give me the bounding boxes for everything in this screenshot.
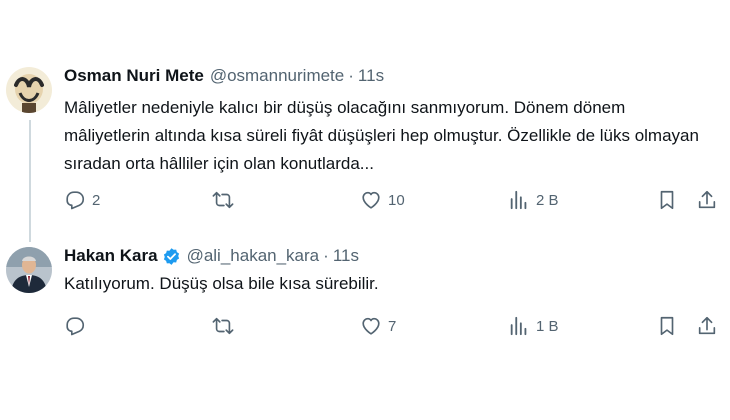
tweet-time[interactable]: 11s <box>358 66 384 86</box>
reply-count: 2 <box>92 191 101 209</box>
tweet-header: Osman Nuri Mete @osmannurimete · 11s <box>64 66 384 86</box>
like-button[interactable]: 7 <box>360 314 396 338</box>
views-button[interactable]: 2 B <box>508 188 559 212</box>
separator-dot: · <box>348 66 354 85</box>
avatar-osman-image <box>6 67 52 113</box>
avatar[interactable] <box>6 247 52 293</box>
tweet-text: Katılıyorum. Düşüş olsa bile kısa sürebi… <box>64 274 379 293</box>
share-icon <box>698 190 716 209</box>
bookmark-button[interactable] <box>656 188 678 212</box>
like-icon <box>362 191 380 209</box>
avatar[interactable] <box>6 67 52 113</box>
views-icon <box>510 190 527 210</box>
share-button[interactable] <box>696 314 718 338</box>
avatar-hakan-image <box>6 247 52 293</box>
bookmark-icon <box>660 316 674 336</box>
share-icon <box>698 316 716 335</box>
like-icon <box>362 317 380 335</box>
tweet-actions: 2 10 2 B <box>64 188 718 212</box>
author-handle[interactable]: @osmannurimete <box>210 66 344 86</box>
retweet-button[interactable] <box>212 314 240 338</box>
retweet-button[interactable] <box>212 188 240 212</box>
separator-dot: · <box>323 246 329 265</box>
bookmark-icon <box>660 190 674 210</box>
views-count: 2 B <box>536 191 559 209</box>
reply-button[interactable] <box>64 314 92 338</box>
tweet-text: Mâliyetler nedeniyle kalıcı bir düşüş ol… <box>64 98 699 173</box>
verified-badge-icon[interactable] <box>162 247 181 266</box>
thread-connector-line <box>29 120 31 242</box>
views-button[interactable]: 1 B <box>508 314 559 338</box>
bookmark-button[interactable] <box>656 314 678 338</box>
tweet-actions: 7 1 B <box>64 314 718 338</box>
like-button[interactable]: 10 <box>360 188 405 212</box>
reply-icon <box>66 317 85 336</box>
like-count: 7 <box>388 317 397 335</box>
reply-icon <box>66 191 85 210</box>
tweet-time[interactable]: 11s <box>333 246 359 266</box>
author-name[interactable]: Hakan Kara <box>64 246 158 266</box>
views-count: 1 B <box>536 317 559 335</box>
reply-button[interactable]: 2 <box>64 188 100 212</box>
tweet-header: Hakan Kara @ali_hakan_kara · 11s <box>64 246 359 266</box>
views-icon <box>510 316 527 336</box>
retweet-icon <box>212 191 234 209</box>
like-count: 10 <box>388 191 405 209</box>
share-button[interactable] <box>696 188 718 212</box>
author-handle[interactable]: @ali_hakan_kara <box>187 246 320 266</box>
author-name[interactable]: Osman Nuri Mete <box>64 66 204 86</box>
retweet-icon <box>212 317 234 335</box>
